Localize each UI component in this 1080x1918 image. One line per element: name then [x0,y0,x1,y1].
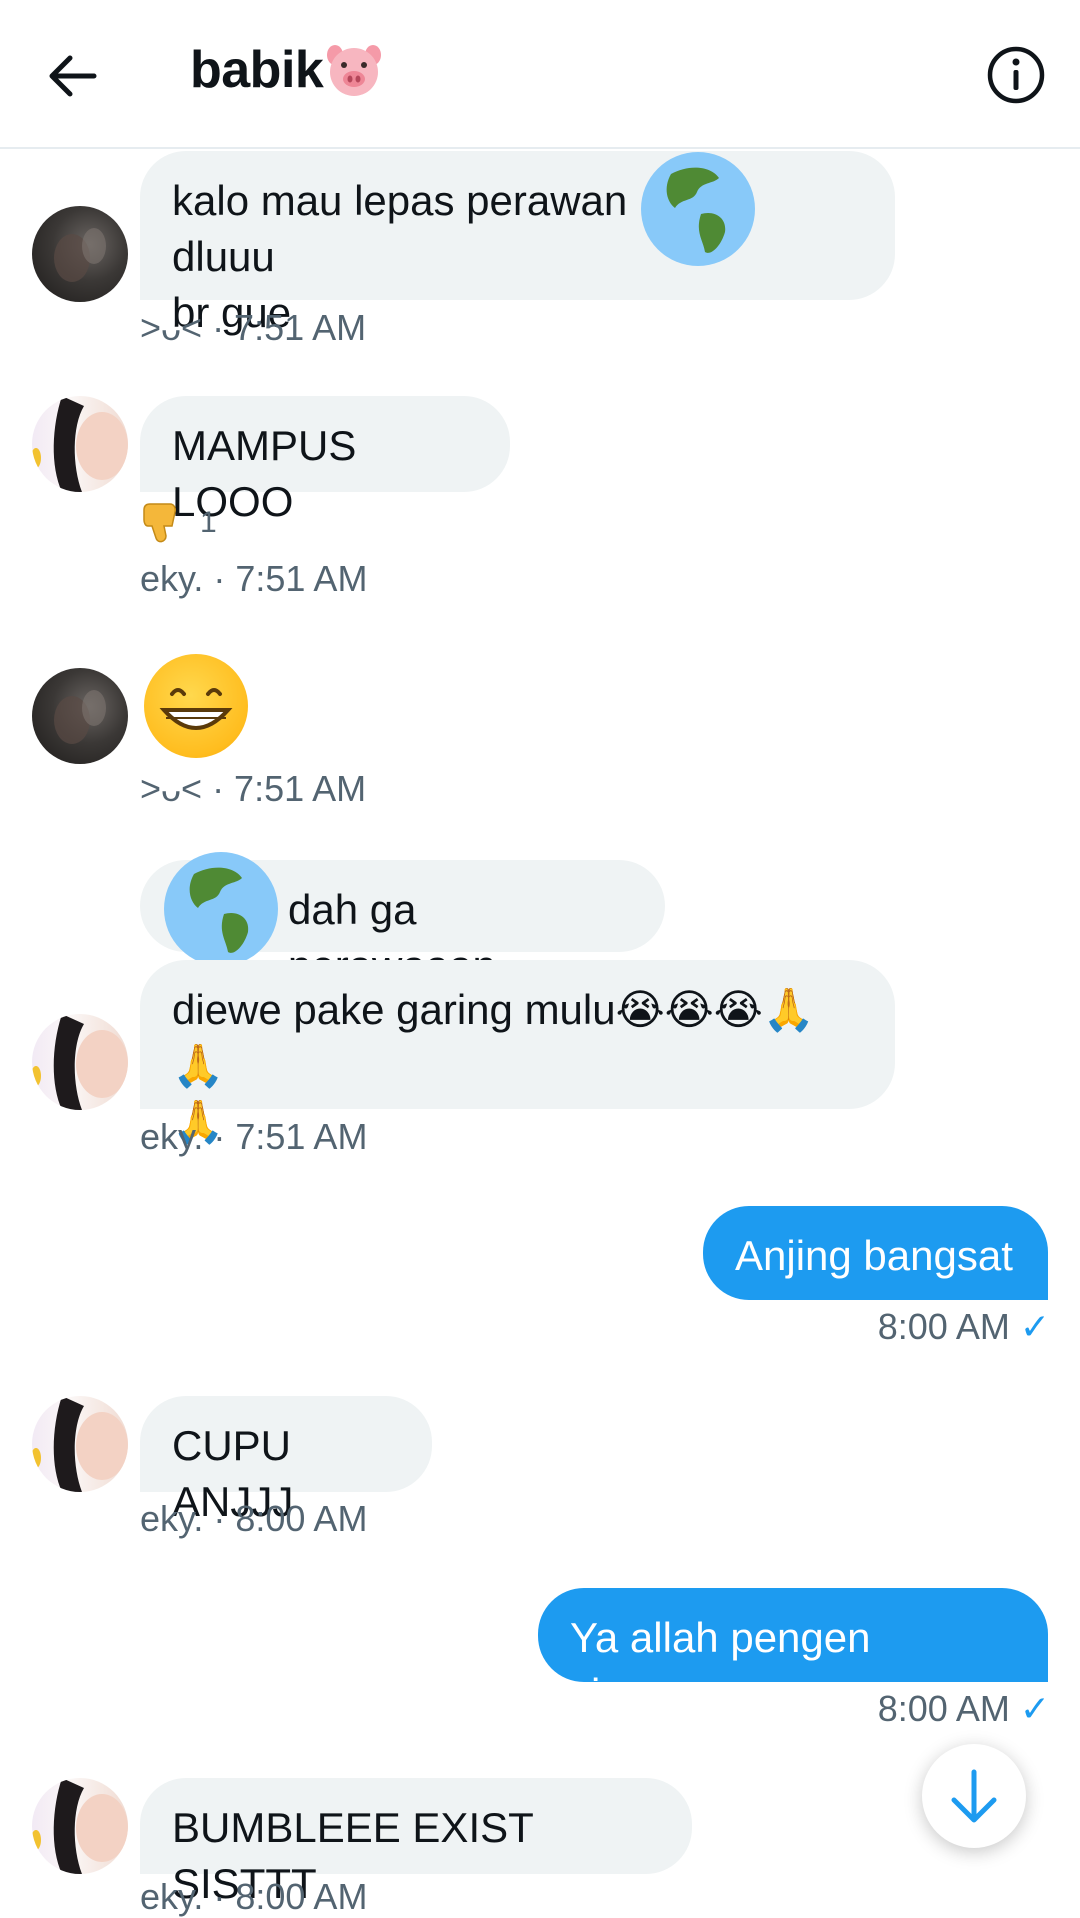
avatar[interactable] [32,1778,128,1874]
reaction-count: 1 [200,506,217,539]
message-text: kalo mau lepas perawan [172,177,628,224]
message-meta: 8:00 AM ✓ [878,1306,1050,1348]
message-meta: eky. · 7:51 AM [140,558,368,599]
message-bubble[interactable]: BUMBLEEE EXIST SISTTT [140,1778,692,1907]
thumbs-down-icon [142,500,182,546]
avatar[interactable] [32,1396,128,1492]
message-text: diewe pake garing mulu😭😭😭🙏🙏 [172,986,816,1089]
arrow-down-icon [951,1769,997,1823]
sent-check-icon: ✓ [1019,1688,1050,1729]
message-text: dluuu [172,233,275,280]
info-icon[interactable] [985,44,1047,106]
grinning-face-emoji-icon[interactable] [144,654,248,758]
avatar[interactable] [32,396,128,492]
pig-face-icon [325,43,383,97]
reaction[interactable]: 1 [142,500,217,546]
message-meta: 8:00 AM ✓ [878,1688,1050,1730]
message-meta: >ᴗ< · 7:51 AM [140,307,367,348]
scroll-to-bottom-button[interactable] [922,1744,1026,1848]
message-bubble[interactable]: kalo mau lepas perawan dluuu br gue [140,151,895,336]
message-bubble[interactable]: MAMPUS LOOO [140,396,510,525]
message-meta: >ᴗ< · 7:51 AM [140,768,367,809]
message-time: 8:00 AM [877,1688,1010,1729]
conversation-title: babik [190,40,383,100]
message-text: Anjing bangsat [735,1232,1013,1279]
message-text: Ya allah pengen ciuman [570,1614,871,1717]
message-meta: eky. · 8:00 AM [140,1498,368,1539]
globe-emoji-icon [641,152,755,266]
message-time: 8:00 AM [877,1306,1010,1347]
message-bubble-sent[interactable]: Ya allah pengen ciuman [538,1588,1048,1717]
message-bubble[interactable]: diewe pake garing mulu😭😭😭🙏🙏 🙏 [140,960,895,1145]
sent-check-icon: ✓ [1019,1306,1050,1347]
message-bubble[interactable]: CUPU ANJJJ [140,1396,432,1525]
avatar[interactable] [32,1014,128,1110]
message-meta: eky. · 7:51 AM [140,1116,368,1157]
avatar[interactable] [32,206,128,302]
conversation-header: babik [0,0,1080,149]
message-bubble-sent[interactable]: Anjing bangsat [703,1206,1048,1300]
globe-emoji-icon [164,852,278,966]
back-arrow-icon[interactable] [42,46,102,106]
avatar[interactable] [32,668,128,764]
message-meta: eky. · 8:00 AM [140,1876,368,1917]
conversation-title-text: babik [190,41,324,99]
